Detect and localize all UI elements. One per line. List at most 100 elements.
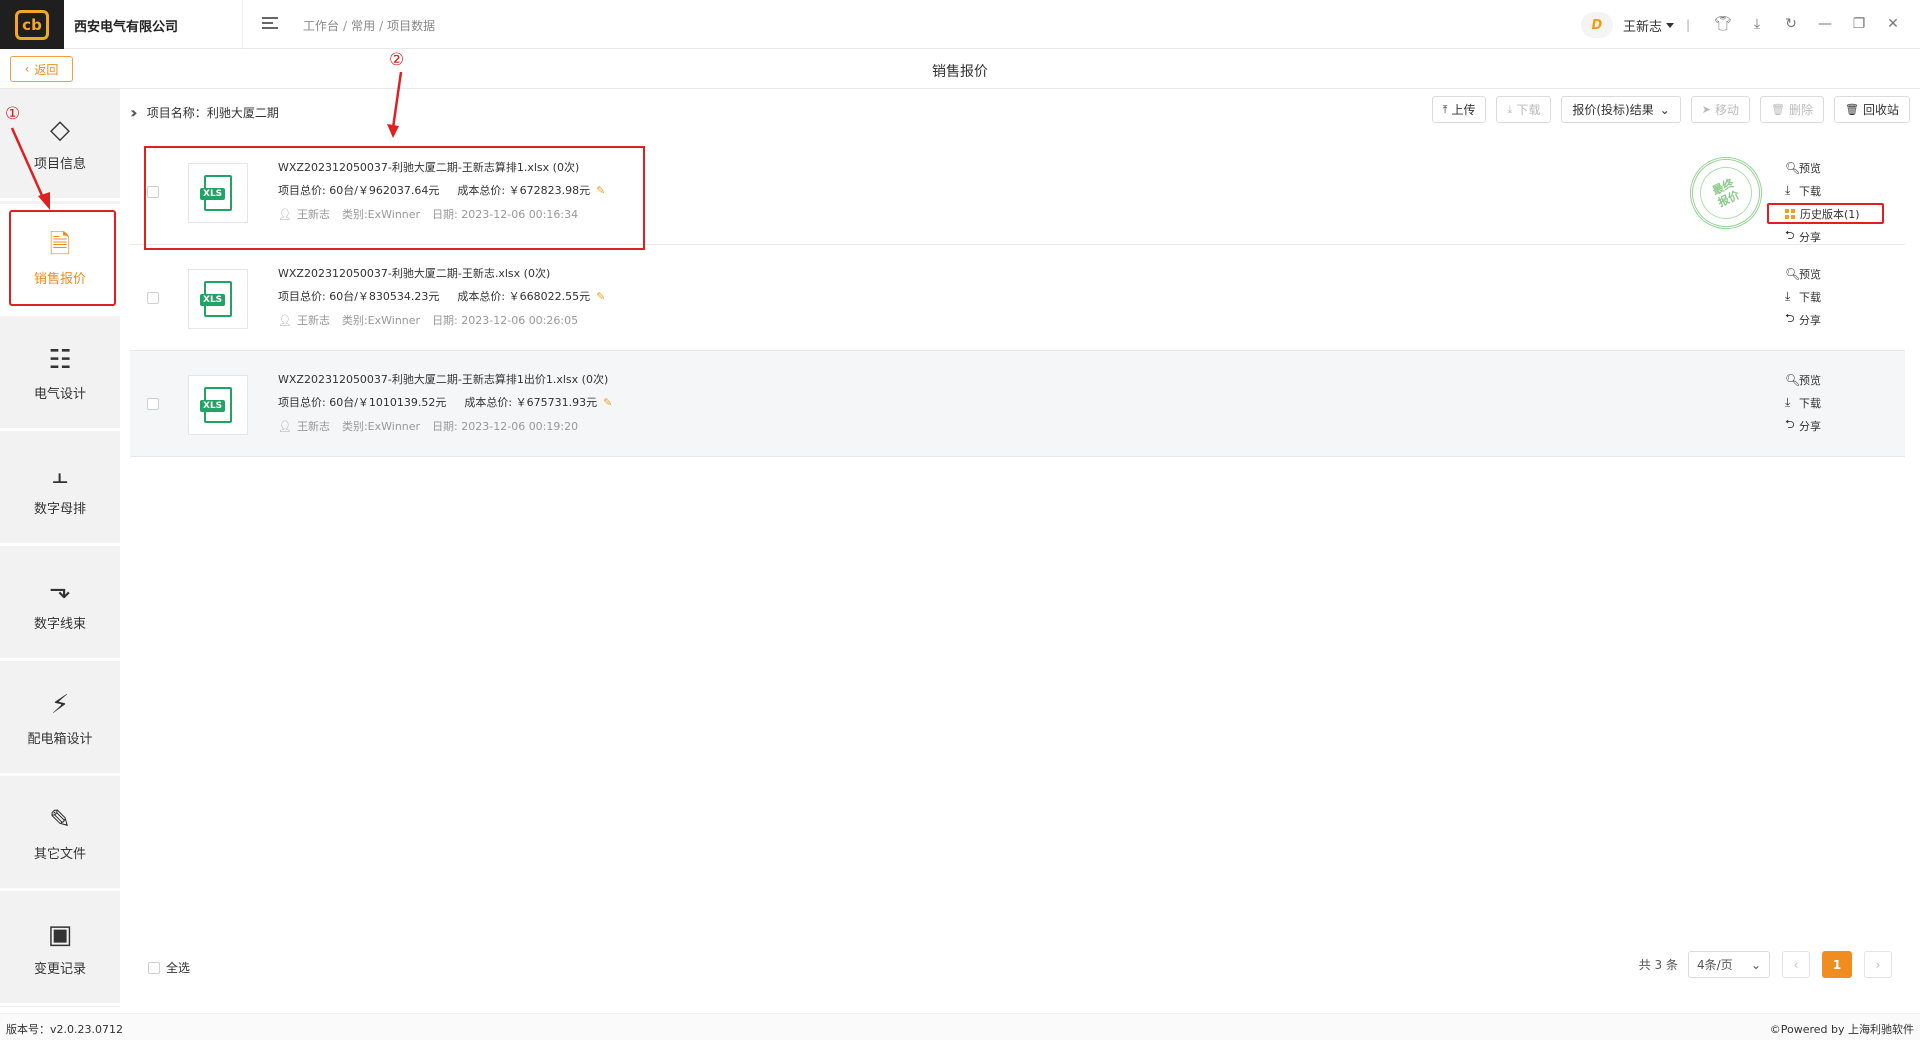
prev-page-button[interactable]: ‹: [1782, 951, 1810, 978]
chevron-right-icon: ›: [1875, 957, 1881, 972]
file-row[interactable]: XLS WXZ202312050037-利驰大厦二期-王新志算排1出价1.xls…: [130, 351, 1905, 457]
divider: [242, 0, 243, 49]
total-price: 项目总价: 60台/￥830534.23元: [278, 290, 440, 303]
sidebar-item-label: 数字线束: [33, 617, 86, 632]
user-icon: 👤︎: [278, 419, 292, 433]
annotation-box-1: [9, 210, 116, 306]
share-icon: ⮌: [1785, 311, 1795, 325]
project-line: ›› 项目名称： 利驰大厦二期: [130, 103, 279, 122]
download-icon: ⤓: [1785, 289, 1791, 303]
powered-by-text: ©Powered by 上海利驰软件: [1769, 1023, 1914, 1036]
project-name: 利驰大厦二期: [206, 106, 279, 120]
menu-toggle-icon[interactable]: [262, 17, 278, 31]
divider: |: [1685, 18, 1690, 32]
file-row[interactable]: XLS WXZ202312050037-利驰大厦二期-王新志.xlsx (0次)…: [130, 245, 1905, 351]
refresh-icon[interactable]: ↻: [1774, 14, 1808, 34]
delete-button[interactable]: 🗑︎ 删除: [1760, 96, 1825, 123]
next-page-button[interactable]: ›: [1864, 951, 1892, 978]
download-icon: ⤓: [1507, 102, 1513, 116]
share-action[interactable]: ⮌ 分享: [1785, 414, 1821, 437]
caret-down-icon[interactable]: [1665, 22, 1674, 28]
download-icon: ⤓: [1785, 395, 1791, 409]
search-icon: 🔍︎: [1785, 160, 1801, 175]
sidebar-item-busbar[interactable]: ⫠ 数字母排: [0, 434, 120, 546]
download-action[interactable]: ⤓ 下载: [1785, 391, 1821, 414]
row-actions: 🔍︎ 预览 ⤓ 下载 ⮌ 分享: [1785, 156, 1821, 248]
row-checkbox[interactable]: [147, 292, 159, 304]
sidebar-item-other-files[interactable]: ✎ 其它文件: [0, 779, 120, 891]
final-quote-stamp: 最终 报价: [1678, 145, 1774, 241]
edit-icon[interactable]: ✎: [596, 290, 605, 303]
file-meta: 👤︎ 王新志 类别:ExWinner 日期: 2023-12-06 00:19:…: [278, 418, 590, 434]
expand-chevron-icon[interactable]: ››: [130, 103, 137, 122]
send-icon: ➤: [1701, 103, 1712, 116]
sidebar-item-label: 电气设计: [33, 387, 86, 402]
chevron-down-icon: ⌄: [1659, 102, 1670, 117]
download-button[interactable]: ⤓ 下载: [1496, 96, 1552, 123]
page-size-select[interactable]: 4条/页 ⌄: [1688, 951, 1770, 978]
file-category: 类别:ExWinner: [341, 314, 421, 327]
annotation-marker-2: ②: [389, 50, 405, 70]
user-name[interactable]: 王新志: [1623, 16, 1662, 35]
download-action[interactable]: ⤓ 下载: [1785, 179, 1821, 202]
page-number-current[interactable]: 1: [1822, 951, 1852, 978]
sidebar-item-electrical[interactable]: ☷ 电气设计: [0, 319, 120, 431]
preview-action[interactable]: 🔍︎ 预览: [1785, 368, 1821, 391]
trash-icon: 🗑︎: [1771, 103, 1785, 116]
sidebar-item-change-record[interactable]: ▣ 变更记录: [0, 894, 120, 1006]
electrical-icon: ☷: [48, 345, 72, 375]
file-name[interactable]: WXZ202312050037-利驰大厦二期-王新志算排1出价1.xlsx (0…: [278, 371, 608, 387]
total-count: 共 3 条: [1638, 958, 1678, 972]
avatar: D: [1580, 12, 1613, 38]
total-price: 项目总价: 60台/￥1010139.52元: [278, 396, 447, 409]
user-menu[interactable]: D 王新志 |: [1580, 12, 1690, 38]
user-icon: 👤︎: [278, 313, 292, 327]
preview-action[interactable]: 🔍︎ 预览: [1785, 262, 1821, 285]
status-bar: 版本号：v2.0.23.0712 ©Powered by 上海利驰软件: [0, 1013, 1920, 1040]
annotation-marker-1: ①: [5, 104, 21, 124]
app-logo[interactable]: cb: [0, 0, 64, 49]
breadcrumb: 工作台 / 常用 / 项目数据: [303, 19, 436, 33]
grid-icon: [1785, 208, 1795, 219]
close-icon[interactable]: ✕: [1876, 14, 1910, 34]
window-controls: 👕︎ ⤓ ↻ — ❐ ✕: [1706, 14, 1910, 34]
history-version-button[interactable]: 历史版本(1): [1767, 203, 1884, 224]
row-checkbox[interactable]: [147, 398, 159, 410]
sidebar-item-harness[interactable]: ⬎ 数字线束: [0, 549, 120, 661]
sidebar-item-label: 数字母排: [33, 502, 86, 517]
breadcrumb-item[interactable]: 项目数据: [387, 19, 435, 33]
sidebar-item-label: 变更记录: [33, 962, 86, 977]
version-text: 版本号：v2.0.23.0712: [6, 1023, 123, 1036]
xls-file-icon: XLS: [188, 269, 248, 329]
harness-icon: ⬎: [49, 575, 71, 605]
sub-header: ‹ 返回 销售报价: [0, 49, 1920, 89]
file-name[interactable]: WXZ202312050037-利驰大厦二期-王新志.xlsx (0次): [278, 265, 550, 281]
busbar-icon: ⫠: [52, 460, 68, 490]
share-action[interactable]: ⮌ 分享: [1785, 308, 1821, 331]
quote-result-dropdown[interactable]: 报价(投标)结果 ⌄: [1561, 96, 1681, 123]
preview-action[interactable]: 🔍︎ 预览: [1785, 156, 1821, 179]
move-button[interactable]: ➤ 移动: [1690, 96, 1751, 123]
edit-icon[interactable]: ✎: [603, 396, 612, 409]
breadcrumb-item[interactable]: 常用: [351, 19, 375, 33]
pagination: 共 3 条 4条/页 ⌄ ‹ 1 ›: [1639, 951, 1892, 978]
select-all-label: 全选: [166, 961, 191, 975]
download-icon[interactable]: ⤓: [1740, 14, 1774, 34]
upload-icon: ⤒: [1442, 102, 1448, 116]
company-name: 西安电气有限公司: [74, 20, 179, 35]
xls-file-icon: XLS: [188, 375, 248, 435]
row-actions: 🔍︎ 预览 ⤓ 下载 ⮌ 分享: [1785, 262, 1821, 331]
breadcrumb-item[interactable]: 工作台: [303, 19, 339, 33]
skin-icon[interactable]: 👕︎: [1706, 14, 1740, 34]
select-all-checkbox[interactable]: [148, 961, 160, 974]
upload-button[interactable]: ⤒ 上传: [1431, 96, 1487, 123]
download-action[interactable]: ⤓ 下载: [1785, 285, 1821, 308]
sidebar-item-sales-quote[interactable]: 🗎︎ 销售报价: [0, 204, 120, 316]
file-author: 王新志: [296, 420, 330, 433]
minimize-icon[interactable]: —: [1808, 14, 1842, 34]
sidebar-item-power-box[interactable]: ⚡︎ 配电箱设计: [0, 664, 120, 776]
layers-icon: ◇: [50, 115, 70, 145]
restore-icon[interactable]: ❐: [1842, 14, 1876, 34]
recycle-bin-button[interactable]: 🗑︎ 回收站: [1834, 96, 1910, 123]
select-all[interactable]: 全选: [148, 959, 190, 976]
